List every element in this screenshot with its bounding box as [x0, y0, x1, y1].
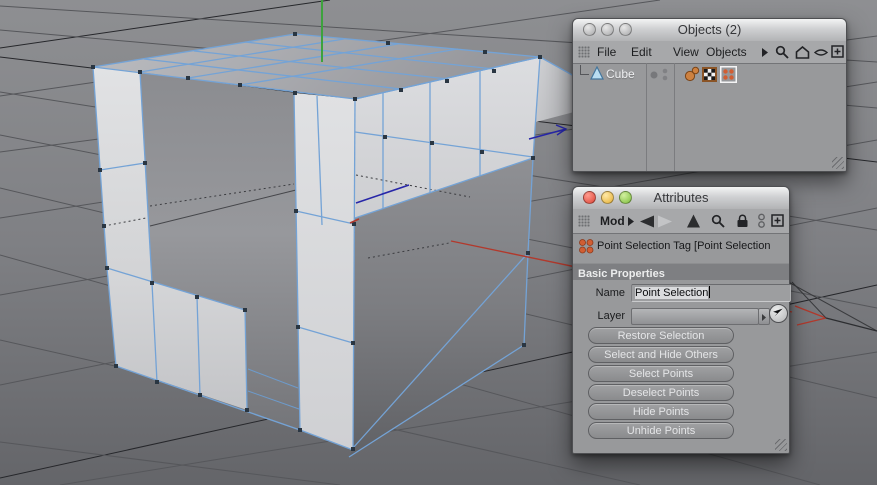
select-points-button[interactable]: Select Points — [588, 365, 734, 382]
add-panel-icon[interactable] — [771, 214, 784, 227]
name-value: Point Selection — [635, 287, 709, 299]
window-title: Attributes — [653, 190, 709, 205]
visibility-dots-icon[interactable] — [647, 66, 671, 82]
attributes-titlebar[interactable]: Attributes — [573, 187, 789, 210]
resize-handle[interactable] — [832, 157, 844, 169]
object-name[interactable]: Cube — [606, 67, 635, 81]
deselect-points-button[interactable]: Deselect Points — [588, 384, 734, 401]
texture-checker-tag-icon[interactable] — [702, 67, 717, 82]
window-title: Objects (2) — [677, 22, 742, 37]
cone-object-icon[interactable] — [590, 66, 604, 81]
tag-header-row[interactable]: Point Selection Tag [Point Selection — [573, 233, 789, 259]
search-icon[interactable] — [711, 214, 726, 229]
menu-view[interactable]: View — [673, 45, 699, 59]
hide-points-button[interactable]: Hide Points — [588, 403, 734, 420]
name-label: Name — [595, 287, 625, 299]
mode-arrow-icon[interactable] — [627, 217, 635, 226]
objects-titlebar[interactable]: Objects (2) — [573, 19, 846, 42]
cube-corner-column-face — [294, 93, 355, 450]
point-selection-tag-icon[interactable] — [720, 66, 737, 83]
layer-dropdown[interactable] — [631, 308, 759, 325]
lock-icon[interactable] — [736, 214, 749, 228]
restore-selection-button[interactable]: Restore Selection — [588, 327, 734, 344]
add-panel-icon[interactable] — [831, 45, 844, 58]
tree-elbow-icon — [580, 65, 589, 75]
drag-grip-icon[interactable] — [578, 46, 590, 58]
layer-field-row: Layer — [573, 304, 789, 328]
link-icon[interactable] — [756, 213, 767, 229]
name-input[interactable]: Point Selection — [631, 284, 791, 302]
c4d-workspace: Objects (2) File Edit View Objects Cube — [0, 0, 877, 485]
forward-icon[interactable] — [657, 215, 674, 228]
column-divider — [674, 63, 675, 171]
layer-label: Layer — [597, 310, 625, 322]
eye-icon[interactable] — [814, 48, 828, 57]
picker-arrow-icon — [773, 308, 783, 317]
drag-grip-icon[interactable] — [578, 215, 590, 227]
home-icon[interactable] — [795, 46, 810, 59]
column-divider — [646, 63, 647, 171]
back-icon[interactable] — [638, 215, 655, 228]
menu-file[interactable]: File — [597, 45, 616, 59]
name-field-row: Name Point Selection — [573, 283, 791, 305]
resize-handle[interactable] — [775, 439, 787, 451]
select-and-hide-others-button[interactable]: Select and Hide Others — [588, 346, 734, 363]
section-header-basic-properties[interactable]: Basic Properties — [573, 263, 789, 280]
objects-window[interactable]: Objects (2) File Edit View Objects Cube — [572, 18, 847, 172]
material-spheres-tag-icon[interactable] — [684, 66, 700, 82]
layer-dropdown-arrow[interactable] — [758, 308, 770, 325]
layer-picker-button[interactable] — [769, 304, 788, 323]
up-icon[interactable] — [686, 214, 701, 228]
point-selection-tag-icon — [579, 239, 594, 254]
search-icon[interactable] — [775, 45, 790, 60]
attributes-menubar: Mod — [573, 209, 789, 234]
mode-menu[interactable]: Mod — [600, 214, 625, 228]
text-caret — [709, 286, 711, 298]
unhide-points-button[interactable]: Unhide Points — [588, 422, 734, 439]
objects-menubar: File Edit View Objects — [573, 41, 846, 64]
attributes-window[interactable]: Attributes Mod Point Selection Tag [Poin… — [572, 186, 791, 454]
menu-objects[interactable]: Objects — [706, 45, 747, 59]
tag-title: Point Selection Tag [Point Selection — [597, 240, 771, 252]
object-row-cube[interactable]: Cube — [573, 63, 846, 85]
menu-edit[interactable]: Edit — [631, 45, 652, 59]
menu-overflow-icon[interactable] — [761, 48, 769, 57]
